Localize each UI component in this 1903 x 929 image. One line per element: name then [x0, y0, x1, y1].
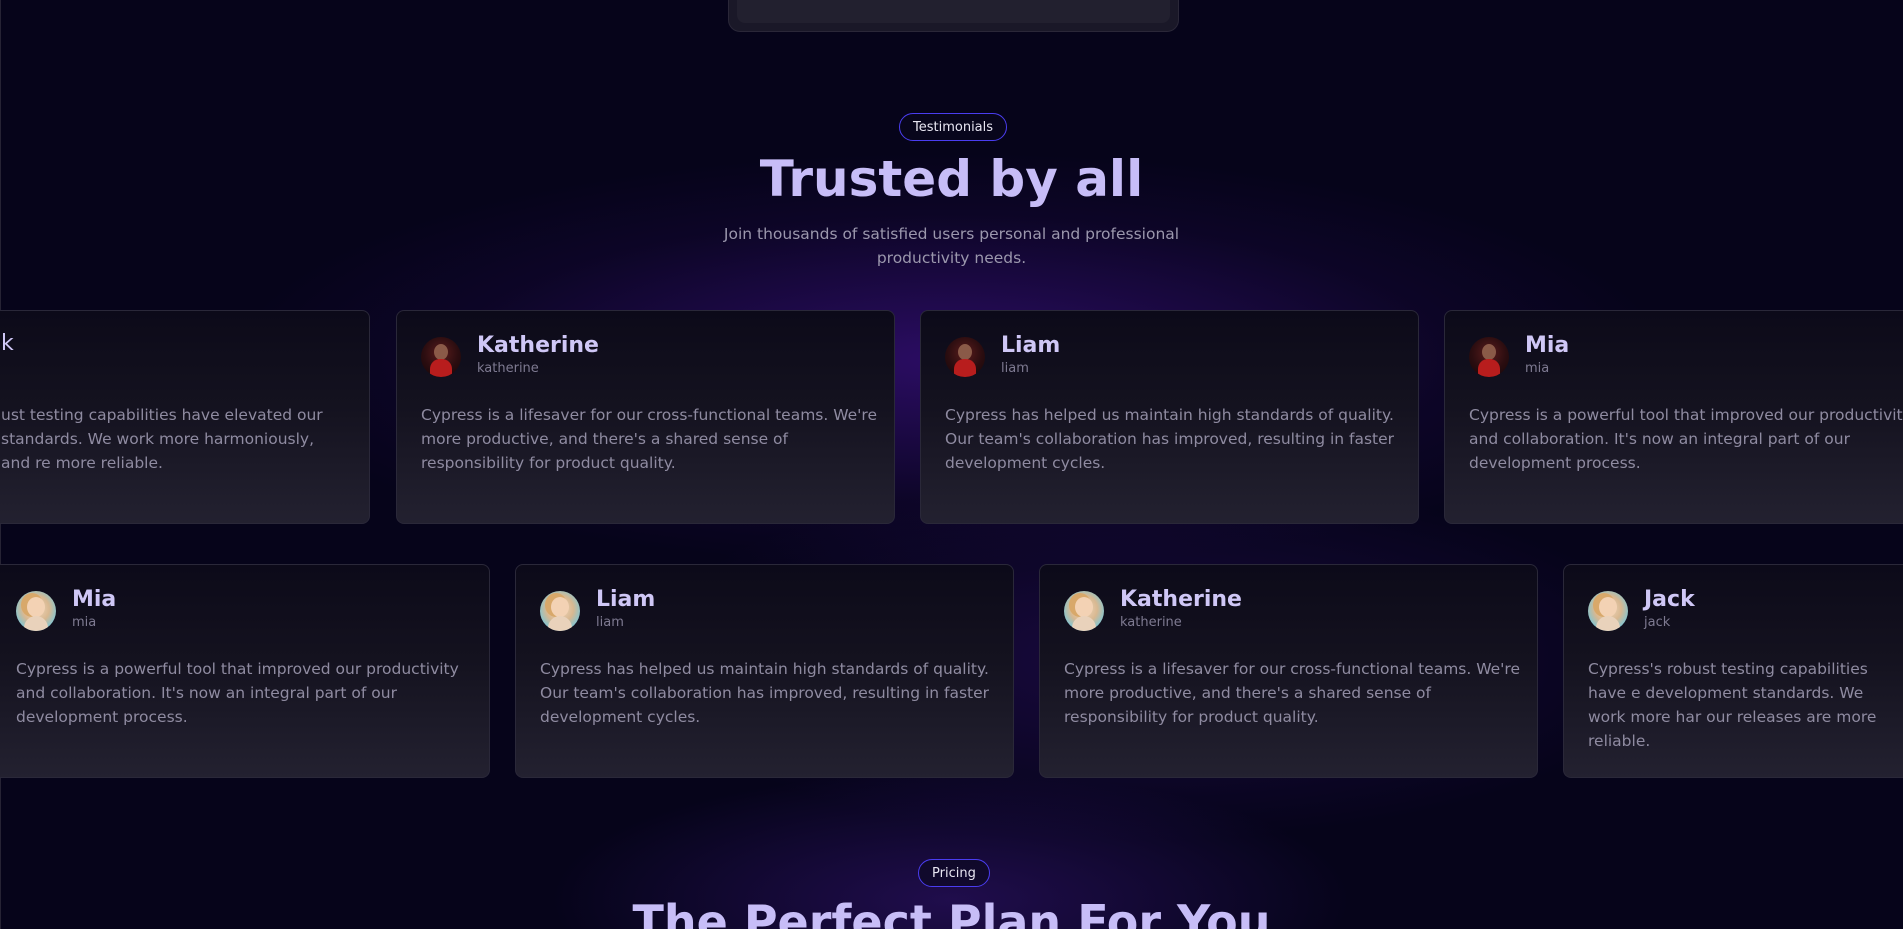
testimonial-handle: jack	[1644, 615, 1671, 630]
testimonial-handle: katherine	[1120, 615, 1182, 630]
app-preview-frame	[728, 0, 1179, 32]
pricing-badge: Pricing	[918, 859, 990, 887]
testimonial-card: Liam liam Cypress has helped us maintain…	[920, 310, 1419, 524]
testimonial-card: Katherine katherine Cypress is a lifesav…	[396, 310, 895, 524]
avatar	[540, 591, 580, 631]
testimonials-title: Trusted by all	[759, 150, 1144, 208]
testimonials-badge: Testimonials	[899, 113, 1008, 141]
testimonial-card: Liam liam Cypress has helped us maintain…	[515, 564, 1014, 778]
testimonial-name: Mia	[1525, 333, 1570, 358]
testimonial-name: Liam	[596, 587, 656, 612]
testimonial-card: k ust testing capabilities have elevated…	[0, 310, 370, 524]
testimonial-name: k	[1, 331, 14, 356]
testimonial-name: Katherine	[477, 333, 599, 358]
testimonial-quote: Cypress is a powerful tool that improved…	[1469, 406, 1903, 472]
testimonial-quote: Cypress is a lifesaver for our cross-fun…	[1064, 660, 1521, 726]
testimonial-name: Mia	[72, 587, 117, 612]
testimonials-subtitle: Join thousands of satisfied users person…	[723, 225, 1180, 267]
testimonial-quote: ust testing capabilities have elevated o…	[1, 406, 323, 472]
testimonial-name: Liam	[1001, 333, 1061, 358]
page: Testimonials Trusted by all Join thousan…	[0, 0, 1903, 929]
avatar	[421, 337, 461, 377]
testimonial-quote: Cypress's robust testing capabilities ha…	[1588, 660, 1877, 750]
avatar	[1469, 337, 1509, 377]
testimonials-row-2: Mia mia Cypress is a powerful tool that …	[0, 564, 1903, 778]
testimonial-name: Jack	[1644, 587, 1695, 612]
testimonial-card: Mia mia Cypress is a powerful tool that …	[1444, 310, 1903, 524]
avatar	[16, 591, 56, 631]
app-preview-inner	[737, 0, 1170, 23]
testimonial-quote: Cypress has helped us maintain high stan…	[945, 406, 1395, 472]
testimonials-row-1: k ust testing capabilities have elevated…	[0, 310, 1903, 524]
testimonial-handle: liam	[596, 615, 624, 630]
avatar	[1064, 591, 1104, 631]
testimonial-name: Katherine	[1120, 587, 1242, 612]
testimonial-quote: Cypress is a lifesaver for our cross-fun…	[421, 406, 878, 472]
testimonial-handle: katherine	[477, 361, 539, 376]
testimonial-card: Jack jack Cypress's robust testing capab…	[1563, 564, 1903, 778]
testimonial-card: Katherine katherine Cypress is a lifesav…	[1039, 564, 1538, 778]
avatar	[1588, 591, 1628, 631]
testimonial-quote: Cypress is a powerful tool that improved…	[16, 660, 459, 726]
avatar	[945, 337, 985, 377]
testimonial-quote: Cypress has helped us maintain high stan…	[540, 660, 990, 726]
testimonial-card: Mia mia Cypress is a powerful tool that …	[0, 564, 490, 778]
testimonial-handle: mia	[72, 615, 97, 630]
testimonial-handle: mia	[1525, 361, 1550, 376]
testimonial-handle: liam	[1001, 361, 1029, 376]
pricing-title: The Perfect Plan For You	[632, 895, 1271, 929]
